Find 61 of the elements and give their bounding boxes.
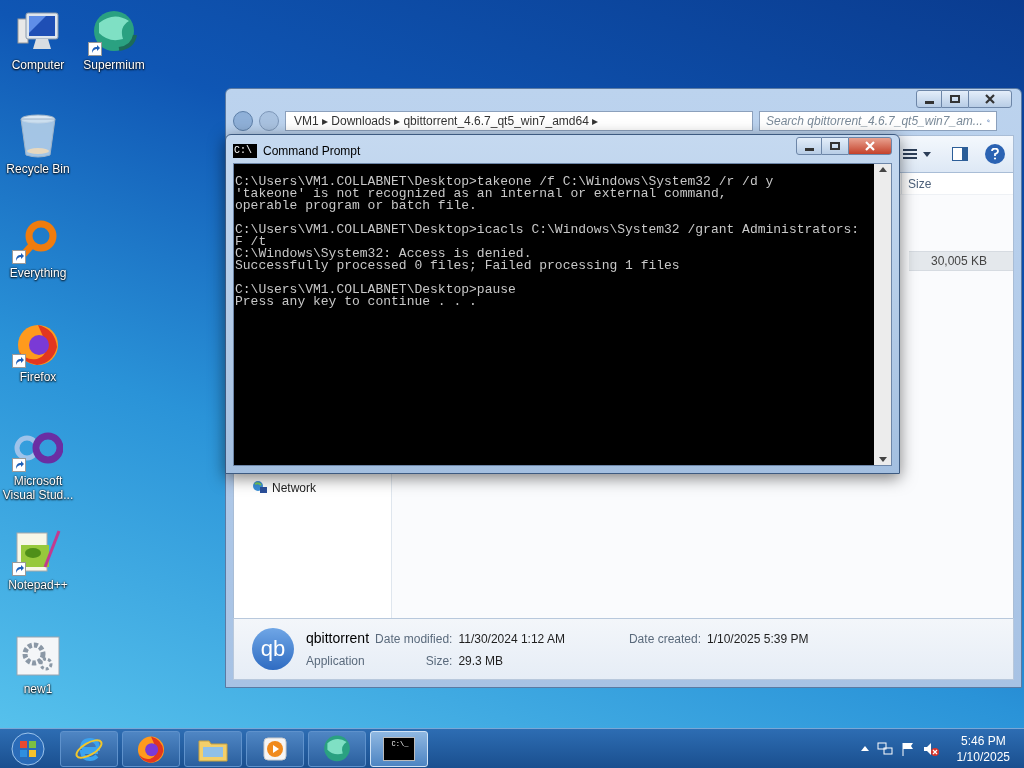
size-value: 29.3 MB [458,653,505,670]
file-name: qbittorrent [306,629,370,648]
date-modified-value: 11/30/2024 1:12 AM [458,631,566,648]
recycle-bin-icon [18,113,58,159]
window-title: Command Prompt [263,143,361,160]
caret-icon [923,151,931,157]
date-created-value: 1/10/2025 5:39 PM [707,631,809,648]
taskbar-button[interactable] [308,730,366,767]
speaker-muted-icon [922,741,939,756]
file-row[interactable]: 30,005 KB [909,251,1013,271]
network-icon [252,480,268,496]
taskbar-button[interactable] [122,730,180,767]
console-icon: C:\ [233,144,257,158]
date-modified-label: Date modified: [375,631,453,648]
minimize-button[interactable] [916,90,942,108]
size-label: Size: [424,653,453,670]
infinity-icon [13,431,63,465]
console-line: F /t [235,236,267,248]
network-icon [876,741,893,756]
console-line: operable program or batch file. [235,200,478,212]
console-line: 'takeone' is not recognized as an internal or external command, [235,188,728,200]
address-bar[interactable]: VM1 ▸ Downloads ▸ qbittorrent_4.6.7_qt5_win7_amd64 ▸ [285,111,753,131]
close-button[interactable] [968,90,1012,108]
console-line: C:\Users\VM1.COLLABNET\Desktop>icacls C:\Windows\System32 /grant Administrators: [235,224,861,236]
arrow-down-icon [878,457,887,462]
close-icon [865,141,875,151]
maximize-button[interactable] [822,137,848,155]
minimize-button[interactable] [796,137,822,155]
console-line: Successfully processed 0 files; Failed processing 1 files [235,260,681,272]
windows-logo-icon [11,731,45,766]
chevron-up-icon [860,746,869,751]
console-line: C:\Users\VM1.COLLABNET\Desktop>takeone /f C:\Windows\System32 /r /d y [235,176,775,188]
taskbar-button[interactable] [246,730,304,767]
scrollbar[interactable] [874,164,891,465]
back-button[interactable] [233,111,253,131]
close-button[interactable] [848,137,892,155]
taskbar-button[interactable] [184,730,242,767]
clock-time: 5:46 PM [960,732,1006,749]
flag-icon [900,741,915,756]
column-header[interactable]: Size [901,173,993,194]
maximize-button[interactable] [942,90,968,108]
list-icon [903,149,917,159]
question-mark-icon [991,148,999,160]
file-type: Application [306,653,366,670]
gear-file-icon [16,636,60,676]
notepad-icon [13,529,63,575]
size-cell-text: 30,005 KB [930,253,987,270]
clock-date: 1/10/2025 [956,748,1010,765]
console-line: Press any key to continue . . . [235,296,477,308]
date-created-label: Date created: [628,631,701,648]
play-icon [262,735,288,762]
nav-item[interactable]: Network [252,479,316,497]
app-icon: qb [252,628,294,670]
taskbar-button[interactable] [60,730,118,767]
arrow-up-icon [878,167,887,172]
console-line: C:\Users\VM1.COLLABNET\Desktop>pause [235,284,517,296]
search-field[interactable]: Search qbittorrent_4.6.7_qt5_win7_am... [759,111,997,131]
console-line: C:\Windows\System32: Access is denied. [235,248,533,260]
help-button[interactable] [985,144,1005,164]
supermium-icon [321,733,353,764]
close-icon [985,94,995,104]
